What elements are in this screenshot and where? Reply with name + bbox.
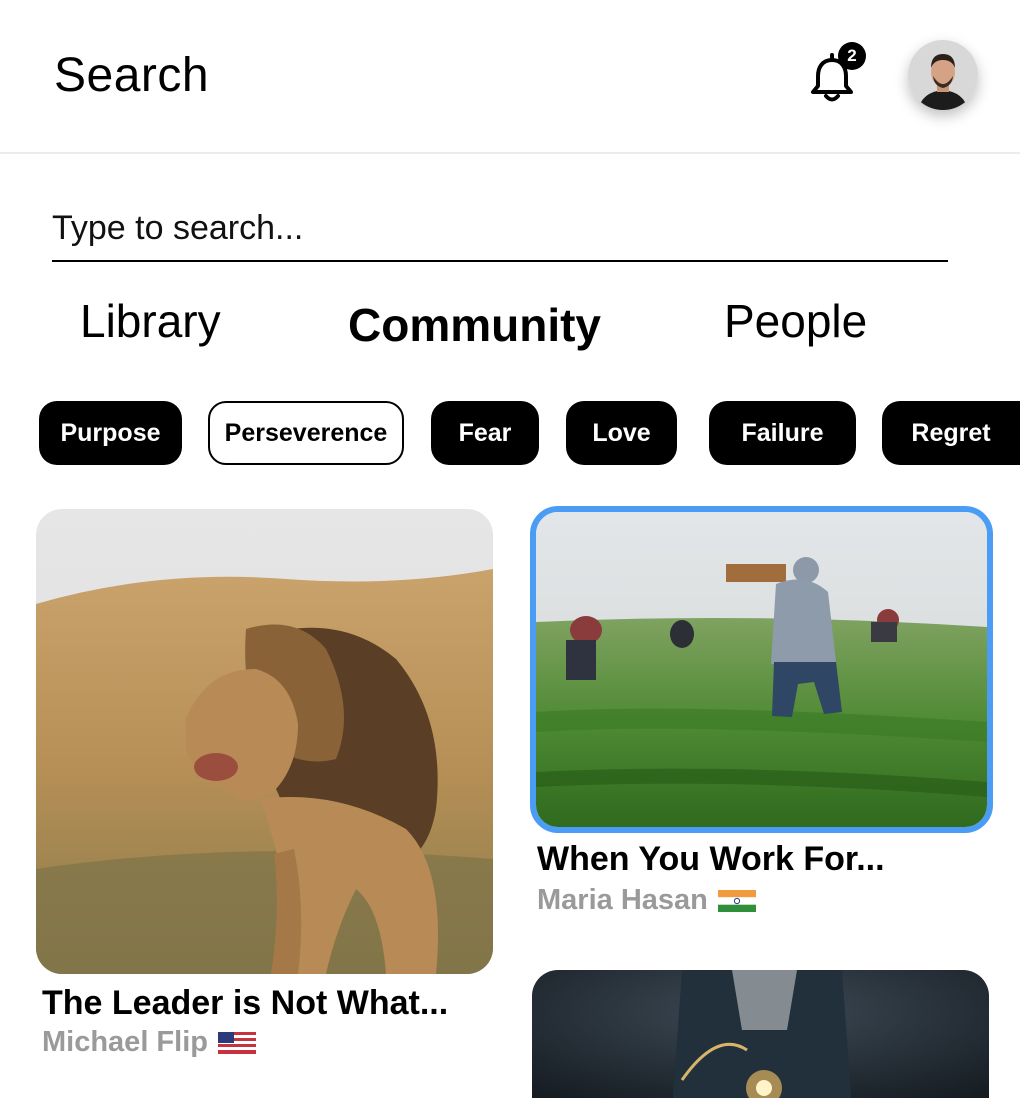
- card-title: When You Work For...: [537, 840, 885, 878]
- india-flag-icon: [717, 889, 756, 912]
- card-image-lion: [36, 509, 493, 974]
- chip-regret[interactable]: Regret: [882, 401, 1020, 465]
- card-image-field: [530, 506, 993, 833]
- card-author: Michael Flip: [42, 1026, 256, 1059]
- search-input[interactable]: [52, 196, 948, 262]
- card-image-third: [532, 970, 989, 1098]
- tab-people[interactable]: People: [724, 294, 867, 348]
- chip-love[interactable]: Love: [566, 401, 677, 465]
- page-title: Search: [54, 49, 210, 102]
- author-name: Michael Flip: [42, 1026, 208, 1058]
- person-with-lightbulb-photo: [532, 970, 989, 1098]
- app-header: Search 2: [0, 0, 1020, 154]
- chip-failure[interactable]: Failure: [709, 401, 856, 465]
- field-workers-photo: [536, 512, 987, 827]
- card-title: The Leader is Not What...: [42, 984, 449, 1022]
- chip-fear[interactable]: Fear: [431, 401, 539, 465]
- user-avatar-icon: [908, 40, 978, 110]
- notification-badge: 2: [838, 42, 866, 70]
- chip-perseverence[interactable]: Perseverence: [208, 401, 404, 465]
- avatar[interactable]: [908, 40, 978, 110]
- chip-purpose[interactable]: Purpose: [39, 401, 182, 465]
- lion-photo: [36, 509, 493, 974]
- author-name: Maria Hasan: [537, 884, 708, 916]
- tab-library[interactable]: Library: [80, 294, 221, 348]
- tab-community[interactable]: Community: [348, 298, 601, 352]
- us-flag-icon: [217, 1031, 256, 1054]
- card-author: Maria Hasan: [537, 884, 756, 917]
